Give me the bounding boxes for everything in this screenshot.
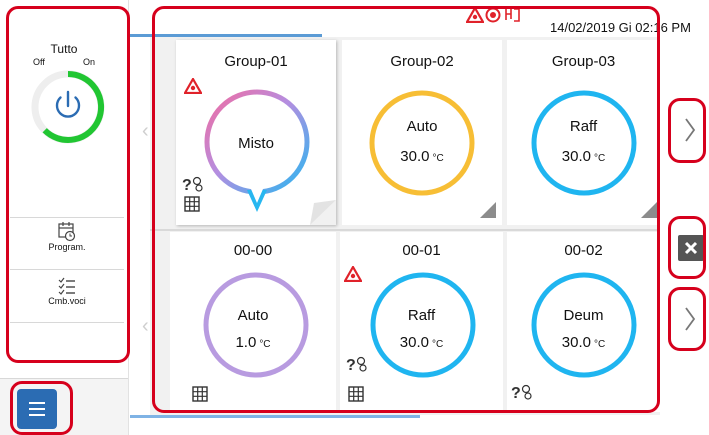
group-title: Group-03 [551, 53, 616, 70]
group-card-00-01[interactable]: 00-01 Raff 30.0 °C ? [340, 232, 503, 412]
temperature-value: 30.0 [561, 334, 591, 351]
temperature-unit: °C [593, 339, 606, 350]
temperature-value: 30.0 [400, 148, 430, 165]
temperature: 30.0 °C [507, 334, 660, 351]
temperature: 30.0 °C [342, 148, 502, 165]
group-title: Group-01 [224, 53, 288, 70]
temperature-value: 1.0 [235, 334, 257, 351]
svg-text:?: ? [511, 385, 521, 402]
close-button[interactable] [678, 235, 704, 261]
schedule-menu-item[interactable]: Program. [10, 220, 124, 270]
next-page-bottom-button[interactable] [672, 293, 706, 345]
unit-title: 00-00 [233, 242, 273, 259]
checklist-icon [58, 277, 75, 295]
menu-button[interactable] [17, 389, 57, 429]
mode-ring [203, 272, 309, 378]
alarm-triangle-icon [344, 266, 362, 282]
mode-label: Auto [406, 118, 438, 135]
close-icon [684, 241, 698, 255]
group-card-group-01[interactable]: Group-01 Misto ? [176, 40, 336, 225]
ghost-prev-arrow: ‹ [142, 120, 149, 142]
all-power-button[interactable] [28, 67, 108, 147]
unit-title: 00-01 [402, 242, 441, 259]
ghost-prev-arrow: ‹ [142, 315, 149, 337]
svg-text:?: ? [346, 357, 356, 374]
temperature: 30.0 °C [340, 334, 503, 351]
mode-label: Deum [563, 307, 604, 324]
page-indicator-bottom [130, 415, 420, 418]
group-card-00-00[interactable]: 00-00 Auto 1.0 °C [170, 232, 336, 412]
schedule-label: Program. [48, 242, 86, 252]
row-divider [150, 229, 660, 231]
temperature-value: 30.0 [561, 148, 591, 165]
svg-text:?: ? [182, 177, 192, 194]
mode-ring [531, 90, 637, 196]
no-entry-icon [485, 7, 501, 23]
chevron-right-icon [685, 118, 696, 142]
grid-icon [184, 196, 200, 212]
temperature-value: 30.0 [399, 334, 429, 351]
mode-ring [369, 90, 475, 196]
on-label: On [83, 57, 96, 67]
grid-icon [192, 386, 208, 402]
alarm-triangle-icon [184, 78, 202, 94]
next-page-top-button[interactable] [672, 104, 706, 156]
temperature: 1.0 °C [170, 334, 336, 351]
mode-label: Raff [569, 118, 598, 135]
mode-label: Auto [237, 307, 269, 324]
off-label: Off [33, 57, 45, 67]
divider [10, 217, 124, 218]
temperature-unit: °C [432, 153, 444, 164]
group-card-group-02[interactable]: Group-02 Auto 30.0 °C [342, 40, 502, 225]
divider [10, 269, 124, 270]
network-icon [505, 8, 520, 22]
chevron-right-icon [685, 307, 696, 331]
change-items-menu-item[interactable]: Cmb.voci [10, 276, 124, 326]
mode-ring [531, 272, 637, 378]
temperature-unit: °C [593, 153, 606, 164]
mode-label: Raff [407, 307, 436, 324]
temperature-unit: °C [431, 339, 444, 350]
unknown-status-icon: ? [511, 384, 532, 402]
unknown-status-icon: ? [346, 356, 367, 374]
change-items-label: Cmb.voci [48, 296, 86, 306]
unknown-status-icon: ? [182, 176, 203, 194]
divider [10, 322, 124, 323]
mode-ring [370, 272, 476, 378]
datetime: 14/02/2019 Gi 02:16 PM [550, 20, 691, 35]
corner-indicator-icon [480, 202, 496, 218]
page-curl-icon [310, 200, 336, 225]
all-units-label: Tutto [50, 42, 78, 56]
grid-icon [348, 386, 364, 402]
alarm-triangle-icon [466, 7, 484, 23]
temperature: 30.0 °C [507, 148, 660, 165]
calendar-clock-icon [58, 222, 76, 242]
corner-indicator-icon [641, 202, 657, 218]
group-title: Group-02 [390, 53, 454, 70]
hamburger-icon [29, 402, 45, 416]
mode-label: Misto [238, 135, 274, 152]
group-card-00-02[interactable]: 00-02 Deum 30.0 °C ? [507, 232, 660, 412]
unit-title: 00-02 [564, 242, 603, 259]
group-card-group-03[interactable]: Group-03 Raff 30.0 °C [507, 40, 660, 225]
temperature-unit: °C [259, 339, 271, 350]
